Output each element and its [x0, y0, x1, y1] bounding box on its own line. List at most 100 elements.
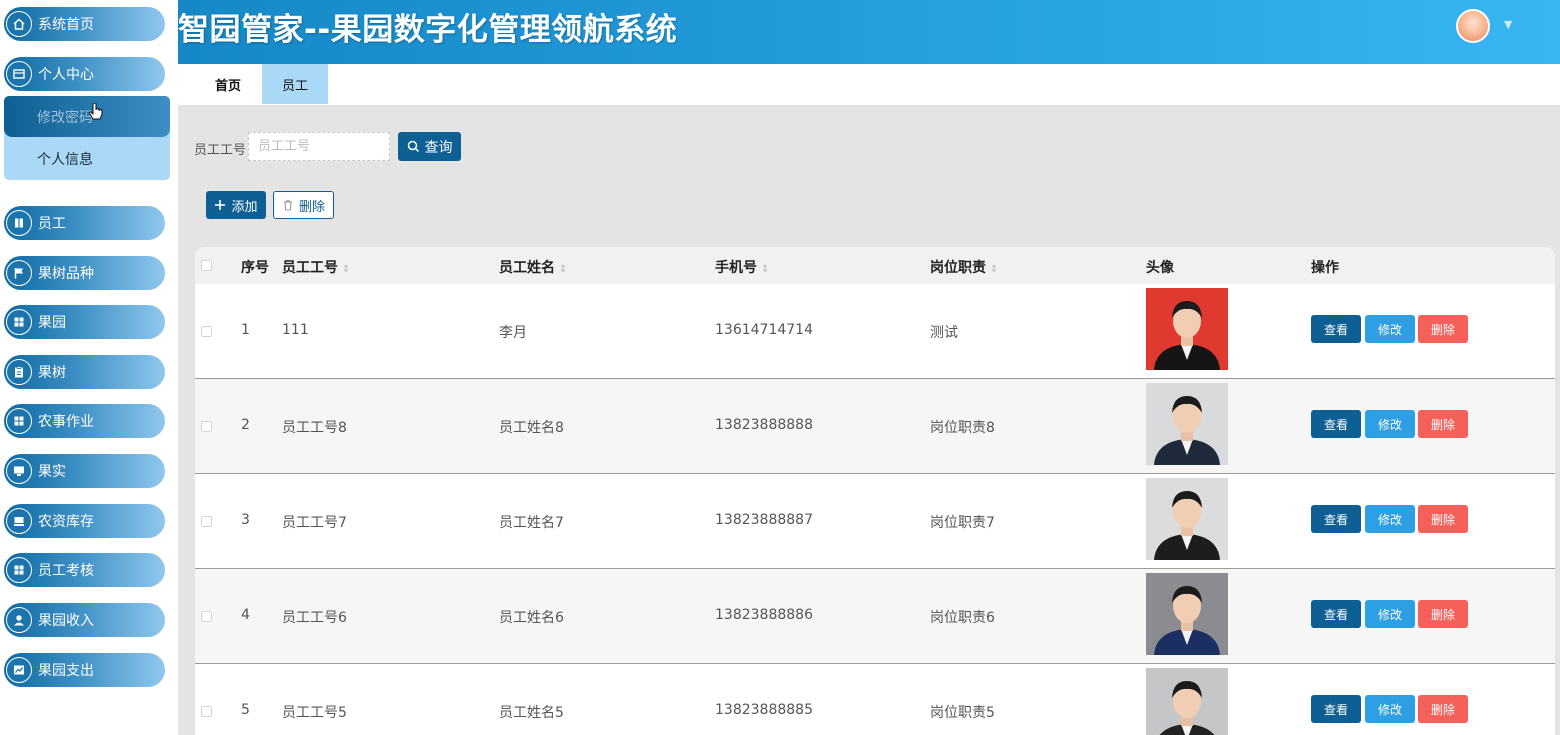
- edit-button[interactable]: 修改: [1365, 600, 1415, 628]
- sidebar-item-fruit-tree[interactable]: 果树: [4, 355, 165, 389]
- delete-button[interactable]: 删除: [1418, 505, 1468, 533]
- delete-button-label: 删除: [1430, 322, 1455, 337]
- sidebar-item-label: 果园收入: [38, 613, 94, 629]
- app-title: 智园管家--果园数字化管理领航系统: [178, 12, 678, 48]
- employee-photo[interactable]: [1146, 288, 1228, 370]
- cell-phone: 13823888885: [715, 702, 813, 718]
- column-header-label: 员工姓名: [499, 260, 555, 276]
- sidebar-item-employee-assessment[interactable]: 员工考核: [4, 553, 165, 587]
- chevron-down-icon[interactable]: ▼: [1504, 18, 1512, 31]
- edit-button[interactable]: 修改: [1365, 695, 1415, 723]
- tab-employee[interactable]: 员工: [262, 64, 328, 104]
- tab-home[interactable]: 首页: [195, 64, 261, 104]
- edit-button-label: 修改: [1377, 607, 1402, 622]
- employee-photo[interactable]: [1146, 383, 1228, 465]
- table-row: 1 111 李月 13614714714 测试 查看 修改 删除: [195, 284, 1555, 379]
- edit-button-label: 修改: [1377, 417, 1402, 432]
- delete-button[interactable]: 删除: [1418, 410, 1468, 438]
- cell-phone: 13823888888: [715, 417, 813, 433]
- avatar[interactable]: [1456, 9, 1490, 43]
- view-button-label: 查看: [1323, 702, 1348, 717]
- column-header-duty[interactable]: 岗位职责 ⇕: [930, 257, 998, 277]
- sidebar-item-home[interactable]: 系统首页: [4, 7, 165, 41]
- sidebar-item-fruit-variety[interactable]: 果树品种: [4, 256, 165, 290]
- column-header-photo: 头像: [1146, 260, 1174, 276]
- row-checkbox[interactable]: [201, 516, 212, 527]
- batch-delete-button[interactable]: 删除: [273, 191, 334, 219]
- table-header: 序号 员工工号 ⇕ 员工姓名 ⇕ 手机号 ⇕ 岗位职责 ⇕ 头像 操作: [195, 247, 1555, 284]
- submenu-item-label: 个人信息: [37, 151, 93, 168]
- cell-emp-no: 员工工号6: [282, 610, 347, 626]
- cell-duty: 岗位职责5: [930, 705, 995, 721]
- cell-duty: 岗位职责7: [930, 515, 995, 531]
- sidebar-item-employee[interactable]: 员工: [4, 206, 165, 240]
- edit-button[interactable]: 修改: [1365, 410, 1415, 438]
- grid-icon: [6, 309, 32, 335]
- sidebar-item-personal-center[interactable]: 个人中心: [4, 57, 165, 91]
- view-button[interactable]: 查看: [1311, 695, 1361, 723]
- add-button-label: 添加: [231, 199, 258, 215]
- view-button[interactable]: 查看: [1311, 600, 1361, 628]
- sidebar-item-supplies-inventory[interactable]: 农资库存: [4, 504, 165, 538]
- column-header-phone[interactable]: 手机号 ⇕: [715, 257, 769, 277]
- view-button[interactable]: 查看: [1311, 505, 1361, 533]
- employee-photo[interactable]: [1146, 573, 1228, 655]
- employee-photo[interactable]: [1146, 478, 1228, 560]
- table-row: 4 员工工号6 员工姓名6 13823888886 岗位职责6 查看 修改 删除: [195, 569, 1555, 664]
- sidebar-item-label: 果园: [38, 315, 66, 331]
- sidebar-item-label: 个人中心: [38, 67, 94, 83]
- row-checkbox[interactable]: [201, 326, 212, 337]
- sort-icon[interactable]: ⇕: [342, 264, 350, 275]
- cell-duty: 测试: [930, 325, 958, 341]
- monitor-icon: [6, 458, 32, 484]
- plus-icon: [215, 200, 226, 210]
- sidebar-item-farm-work[interactable]: 农事作业: [4, 404, 165, 438]
- view-button[interactable]: 查看: [1311, 410, 1361, 438]
- clipboard-icon: [6, 359, 32, 385]
- row-checkbox[interactable]: [201, 421, 212, 432]
- employee-table: 序号 员工工号 ⇕ 员工姓名 ⇕ 手机号 ⇕ 岗位职责 ⇕ 头像 操作 1 111 李月 13…: [195, 247, 1555, 735]
- sidebar-item-orchard-expense[interactable]: 果园支出: [4, 653, 165, 687]
- sidebar-item-orchard[interactable]: 果园: [4, 305, 165, 339]
- cell-emp-name: 李月: [499, 325, 527, 341]
- cell-index: 3: [241, 512, 250, 528]
- batch-delete-button-label: 删除: [298, 199, 325, 215]
- submenu-item-personal-info[interactable]: 个人信息: [4, 138, 170, 179]
- edit-button[interactable]: 修改: [1365, 505, 1415, 533]
- row-checkbox[interactable]: [201, 611, 212, 622]
- user-icon: [6, 607, 32, 633]
- cell-phone: 13614714714: [715, 322, 813, 338]
- employee-photo[interactable]: [1146, 668, 1228, 735]
- select-all-checkbox[interactable]: [201, 260, 212, 271]
- row-checkbox[interactable]: [201, 706, 212, 717]
- edit-button[interactable]: 修改: [1365, 315, 1415, 343]
- column-header-emp-no[interactable]: 员工工号 ⇕: [282, 257, 350, 277]
- sidebar-item-fruit[interactable]: 果实: [4, 454, 165, 488]
- sidebar-item-label: 果实: [38, 464, 66, 480]
- search-input[interactable]: [248, 132, 390, 161]
- sort-icon[interactable]: ⇕: [990, 264, 998, 275]
- cell-index: 5: [241, 702, 250, 718]
- delete-button[interactable]: 删除: [1418, 315, 1468, 343]
- edit-button-label: 修改: [1377, 322, 1402, 337]
- submenu-item-change-password[interactable]: 修改密码: [4, 96, 170, 137]
- delete-button[interactable]: 删除: [1418, 600, 1468, 628]
- search-icon: [407, 140, 419, 153]
- cell-index: 4: [241, 607, 250, 623]
- delete-button-label: 删除: [1430, 607, 1455, 622]
- view-button-label: 查看: [1323, 322, 1348, 337]
- flag-icon: [6, 260, 32, 286]
- sort-icon[interactable]: ⇕: [559, 264, 567, 275]
- delete-button[interactable]: 删除: [1418, 695, 1468, 723]
- column-header-label: 岗位职责: [930, 260, 986, 276]
- column-header-label: 手机号: [715, 260, 757, 276]
- add-button[interactable]: 添加: [206, 191, 266, 219]
- table-row: 5 员工工号5 员工姓名5 13823888885 岗位职责5 查看 修改 删除: [195, 664, 1555, 735]
- sidebar-item-orchard-income[interactable]: 果园收入: [4, 603, 165, 637]
- column-header-emp-name[interactable]: 员工姓名 ⇕: [499, 257, 567, 277]
- cell-emp-name: 员工姓名8: [499, 420, 564, 436]
- sort-icon[interactable]: ⇕: [761, 264, 769, 275]
- search-button[interactable]: 查询: [398, 132, 461, 161]
- view-button[interactable]: 查看: [1311, 315, 1361, 343]
- cell-emp-no: 员工工号8: [282, 420, 347, 436]
